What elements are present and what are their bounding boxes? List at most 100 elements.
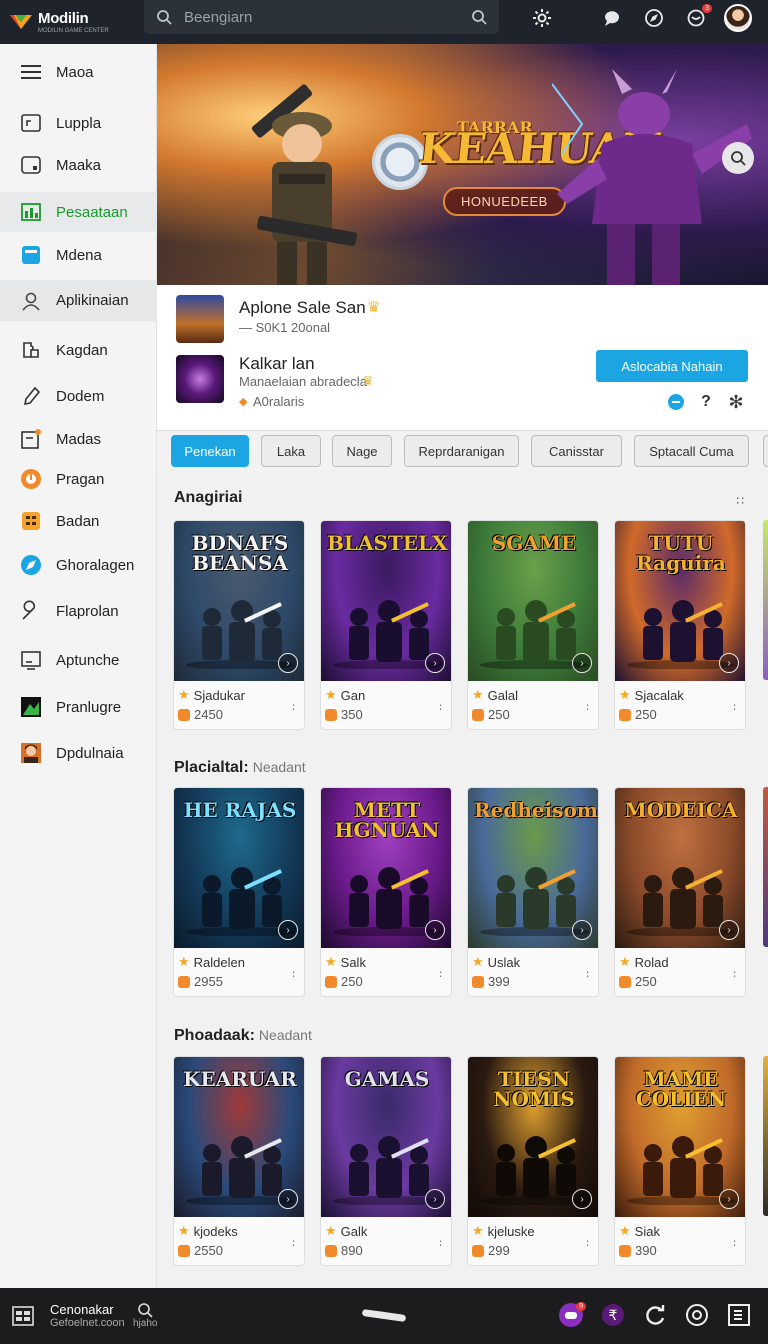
chip-overflow[interactable] bbox=[763, 435, 768, 467]
section-more-button[interactable]: ∷ bbox=[736, 494, 744, 508]
game-name[interactable]: ★ Uslak bbox=[472, 954, 520, 970]
play-icon[interactable]: › bbox=[278, 653, 298, 673]
chip-nage[interactable]: Nage bbox=[332, 435, 392, 467]
game-card[interactable]: MAME COLIEN › ★ Siak 390 ∶ bbox=[614, 1056, 746, 1266]
search-input[interactable] bbox=[184, 8, 471, 26]
game-name[interactable]: ★ Sjadukar bbox=[178, 687, 245, 703]
sidebar-item-madas[interactable]: Madas bbox=[0, 419, 157, 459]
hero-search-button[interactable] bbox=[722, 142, 754, 174]
game-name[interactable]: ★ Siak bbox=[619, 1223, 660, 1239]
home-handle[interactable] bbox=[361, 1308, 407, 1323]
taskbar-panel-button[interactable] bbox=[726, 1302, 752, 1328]
play-icon[interactable]: › bbox=[425, 653, 445, 673]
game-name[interactable]: ★ Galal bbox=[472, 687, 518, 703]
featured-title-2[interactable]: Kalkar lan bbox=[239, 354, 315, 374]
settings-button[interactable] bbox=[528, 4, 556, 32]
taskbar-refresh-button[interactable] bbox=[642, 1302, 668, 1328]
sidebar-item-luppla[interactable]: Luppla bbox=[0, 103, 157, 143]
featured-title-1[interactable]: Aplone Sale San bbox=[239, 298, 366, 318]
game-card[interactable]: BLASTELX › ★ Gan 350 ∶ bbox=[320, 520, 452, 730]
user-avatar[interactable] bbox=[724, 4, 752, 32]
sidebar-item-menu[interactable]: Maoa bbox=[0, 52, 157, 92]
sidebar-item-pragan[interactable]: Pragan bbox=[0, 459, 157, 499]
help-icon[interactable]: ? bbox=[697, 393, 715, 411]
chat-icon[interactable] bbox=[667, 393, 685, 411]
sidebar-item-dodem[interactable]: Dodem bbox=[0, 376, 157, 416]
sidebar-item-dpdulnaia[interactable]: Dpdulnaia bbox=[0, 733, 157, 773]
game-card[interactable]: TUTU Raguira › ★ Sjacalak 250 ∶ bbox=[614, 520, 746, 730]
game-cover-art[interactable]: Redheisom › bbox=[468, 788, 598, 948]
game-name[interactable]: ★ Rolad bbox=[619, 954, 669, 970]
game-card[interactable]: GAMAS › ★ Galk 890 ∶ bbox=[320, 1056, 452, 1266]
game-cover-art[interactable]: GAMAS › bbox=[321, 1057, 451, 1217]
card-options-icon[interactable]: ∶ bbox=[439, 701, 442, 714]
sidebar-item-aptunche[interactable]: Aptunche bbox=[0, 640, 157, 680]
play-icon[interactable]: › bbox=[278, 1189, 298, 1209]
game-cover-art[interactable]: MAME COLIEN › bbox=[615, 1057, 745, 1217]
chat-button[interactable] bbox=[598, 4, 626, 32]
card-options-icon[interactable]: ∶ bbox=[292, 968, 295, 981]
app-logo[interactable]: Modilin MODILIN GAME CENTER bbox=[0, 0, 144, 44]
sidebar-item-flaprolan[interactable]: Flaprolan bbox=[0, 591, 157, 631]
play-icon[interactable]: › bbox=[572, 920, 592, 940]
game-cover-art[interactable]: METT HGNUAN › bbox=[321, 788, 451, 948]
play-icon[interactable]: › bbox=[719, 1189, 739, 1209]
card-options-icon[interactable]: ∶ bbox=[439, 1237, 442, 1250]
game-cover-art[interactable]: TUTU Raguira › bbox=[615, 521, 745, 681]
sidebar-item-badan[interactable]: Badan bbox=[0, 501, 157, 541]
game-cover-art[interactable]: SGAME › bbox=[468, 521, 598, 681]
game-name[interactable]: ★ Galk bbox=[325, 1223, 367, 1239]
card-peek[interactable] bbox=[763, 787, 768, 947]
game-cover-art[interactable]: HE RAJAS › bbox=[174, 788, 304, 948]
game-name[interactable]: ★ Raldelen bbox=[178, 954, 245, 970]
hero-badge[interactable]: HONUEDEEB bbox=[443, 187, 566, 216]
taskbar-game-button[interactable]: 9 bbox=[558, 1302, 586, 1328]
game-card[interactable]: TIESN NOMIS › ★ kjeluske 299 ∶ bbox=[467, 1056, 599, 1266]
sidebar-item-mdena[interactable]: Mdena bbox=[0, 235, 157, 275]
chip-laka[interactable]: Laka bbox=[261, 435, 321, 467]
card-options-icon[interactable]: ∶ bbox=[586, 968, 589, 981]
game-card[interactable]: HE RAJAS › ★ Raldelen 2955 ∶ bbox=[173, 787, 305, 997]
chip-penekan[interactable]: Penekan bbox=[171, 435, 249, 467]
taskbar-search-button[interactable]: hjaho bbox=[133, 1302, 157, 1329]
sidebar-item-pranlugre[interactable]: Pranlugre bbox=[0, 687, 157, 727]
explore-button[interactable] bbox=[640, 4, 668, 32]
settings-icon[interactable]: ✻ bbox=[727, 392, 745, 412]
game-cover-art[interactable]: BLASTELX › bbox=[321, 521, 451, 681]
sidebar-item-pesaataan[interactable]: Pesaataan bbox=[0, 192, 175, 232]
game-cover-art[interactable]: KEARUAR › bbox=[174, 1057, 304, 1217]
game-card[interactable]: SGAME › ★ Galal 250 ∶ bbox=[467, 520, 599, 730]
featured-thumb-2[interactable] bbox=[176, 355, 224, 403]
play-icon[interactable]: › bbox=[572, 1189, 592, 1209]
card-peek[interactable] bbox=[763, 1056, 768, 1216]
search-bar[interactable] bbox=[144, 0, 499, 34]
game-name[interactable]: ★ Salk bbox=[325, 954, 366, 970]
game-name[interactable]: ★ kjeluske bbox=[472, 1223, 535, 1239]
game-card[interactable]: BDNAFS BEANSA › ★ Sjadukar 2450 ∶ bbox=[173, 520, 305, 730]
card-options-icon[interactable]: ∶ bbox=[292, 701, 295, 714]
chip-canisstar[interactable]: Canisstar bbox=[531, 435, 622, 467]
sidebar-item-maaka[interactable]: Maaka bbox=[0, 145, 157, 185]
app-switcher-icon[interactable] bbox=[12, 1306, 34, 1326]
taskbar-wallet-button[interactable]: ₹ bbox=[600, 1302, 626, 1328]
card-options-icon[interactable]: ∶ bbox=[586, 1237, 589, 1250]
play-icon[interactable]: › bbox=[719, 920, 739, 940]
sidebar-item-aplikinaian[interactable]: Aplikinaian bbox=[0, 280, 157, 321]
play-icon[interactable]: › bbox=[278, 920, 298, 940]
card-options-icon[interactable]: ∶ bbox=[733, 701, 736, 714]
hero-banner[interactable]: TARRAR KEAHUAH HONUEDEEB bbox=[157, 44, 768, 285]
featured-thumb-1[interactable] bbox=[176, 295, 224, 343]
search-submit-icon[interactable] bbox=[471, 9, 487, 25]
game-name[interactable]: ★ kjodeks bbox=[178, 1223, 238, 1239]
sidebar-item-ghoralagen[interactable]: Ghoralagen bbox=[0, 545, 157, 585]
play-icon[interactable]: › bbox=[719, 653, 739, 673]
game-cover-art[interactable]: BDNAFS BEANSA › bbox=[174, 521, 304, 681]
game-name[interactable]: ★ Sjacalak bbox=[619, 687, 684, 703]
chip-sptacall-cuma[interactable]: Sptacall Cuma bbox=[634, 435, 749, 467]
game-cover-art[interactable]: TIESN NOMIS › bbox=[468, 1057, 598, 1217]
game-card[interactable]: METT HGNUAN › ★ Salk 250 ∶ bbox=[320, 787, 452, 997]
card-options-icon[interactable]: ∶ bbox=[292, 1237, 295, 1250]
game-card[interactable]: KEARUAR › ★ kjodeks 2550 ∶ bbox=[173, 1056, 305, 1266]
card-options-icon[interactable]: ∶ bbox=[439, 968, 442, 981]
play-icon[interactable]: › bbox=[572, 653, 592, 673]
